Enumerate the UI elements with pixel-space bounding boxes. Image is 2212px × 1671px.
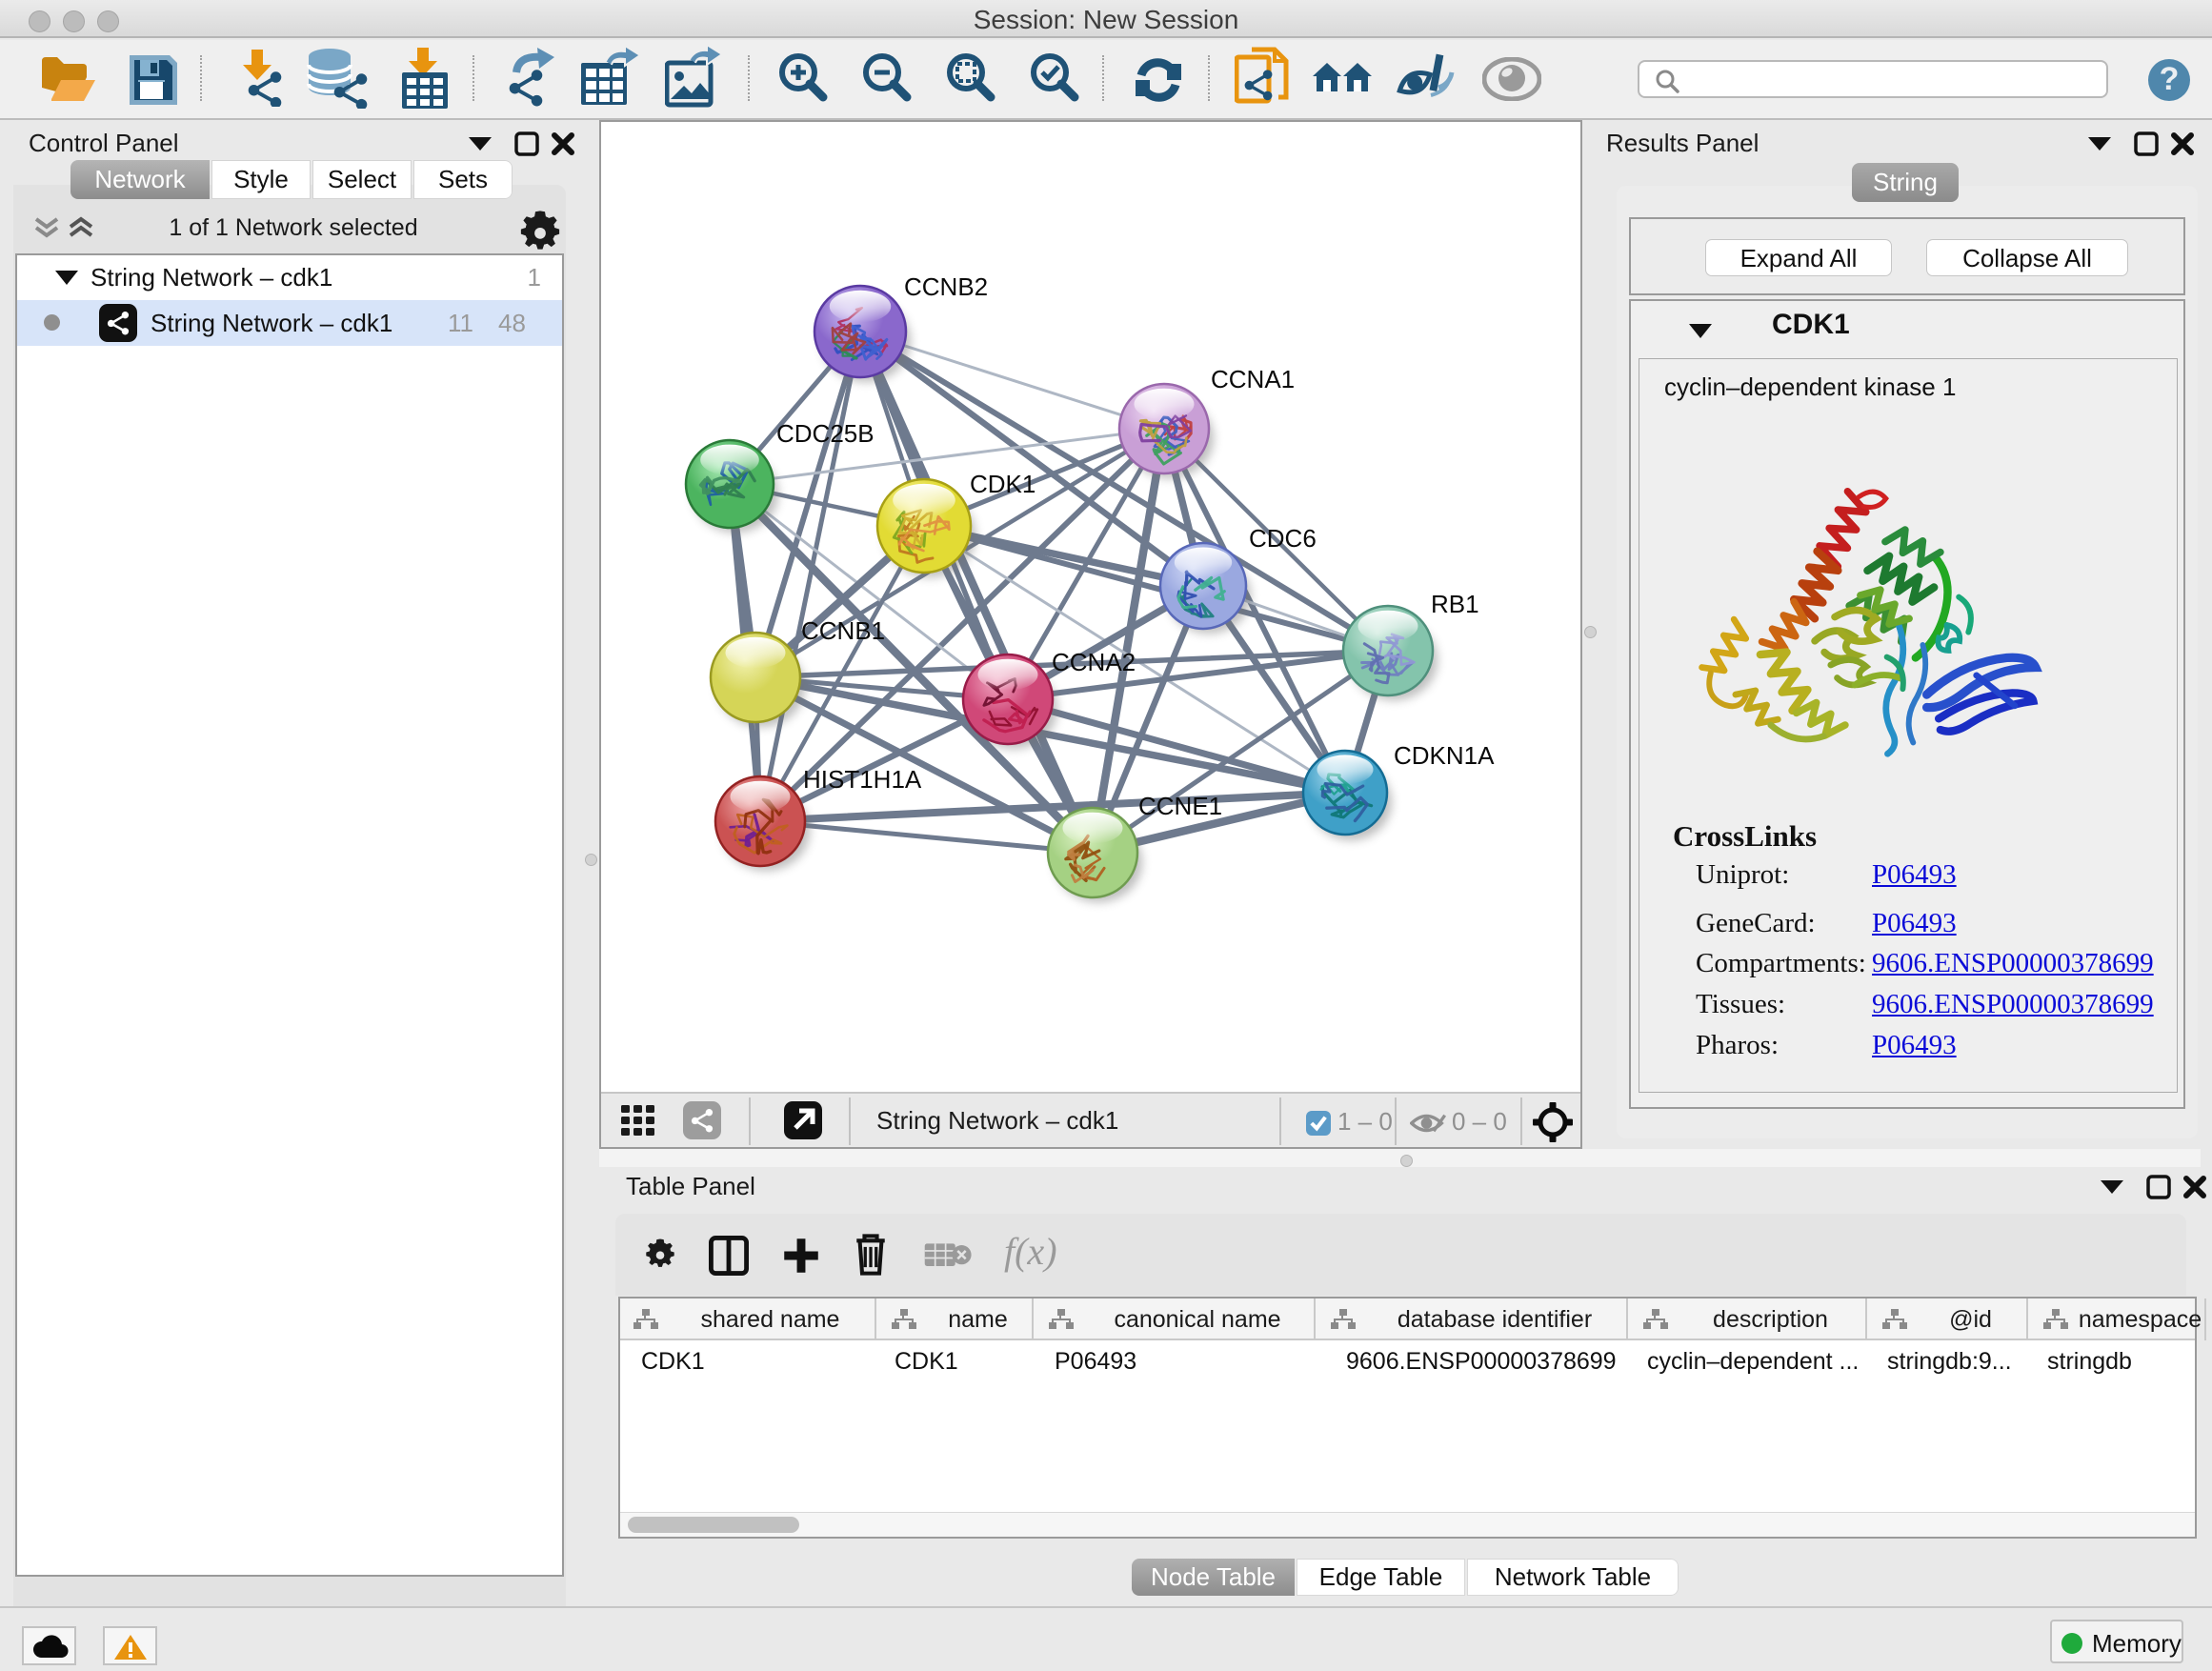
svg-text:RB1: RB1: [1431, 590, 1479, 618]
svg-text:CCNE1: CCNE1: [1138, 792, 1222, 820]
svg-text:CDKN1A: CDKN1A: [1394, 741, 1495, 770]
svg-text:CDC6: CDC6: [1249, 524, 1317, 553]
svg-text:CCNB2: CCNB2: [904, 272, 988, 301]
svg-text:CCNA2: CCNA2: [1052, 648, 1136, 676]
svg-text:CCNB1: CCNB1: [801, 616, 885, 645]
svg-text:CDC25B: CDC25B: [776, 419, 875, 448]
svg-text:CCNA1: CCNA1: [1211, 365, 1295, 393]
svg-text:CDK1: CDK1: [970, 470, 1036, 498]
svg-text:HIST1H1A: HIST1H1A: [803, 765, 922, 794]
